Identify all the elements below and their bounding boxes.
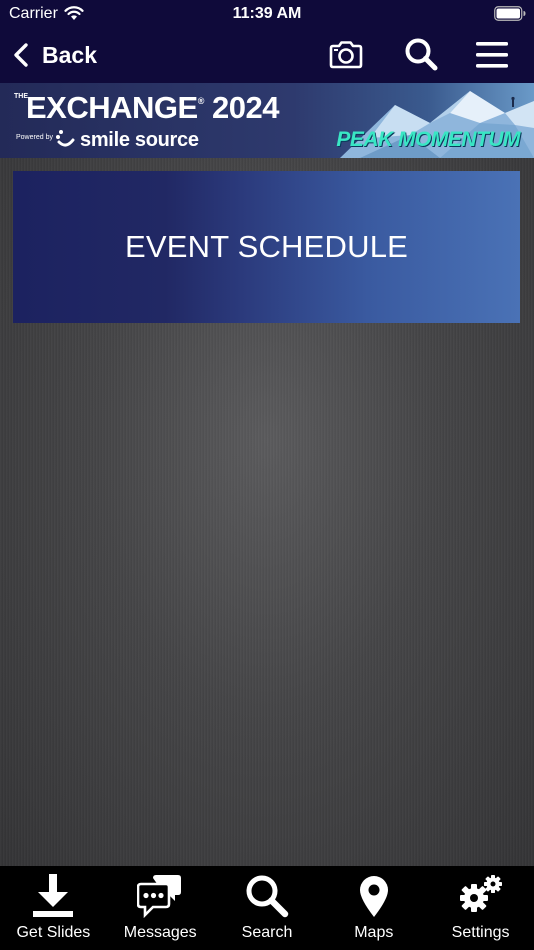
event-banner[interactable]: THE EXCHANGE® 2024 Powered by smile sour… xyxy=(0,83,534,158)
tab-messages[interactable]: Messages xyxy=(107,866,214,950)
camera-icon[interactable] xyxy=(328,40,364,70)
tab-search[interactable]: Search xyxy=(214,866,321,950)
hamburger-menu-icon[interactable] xyxy=(475,41,509,69)
event-schedule-tile[interactable]: EVENT SCHEDULE xyxy=(13,171,520,323)
back-button[interactable]: Back xyxy=(12,37,97,73)
banner-the: THE xyxy=(14,93,28,100)
map-pin-icon xyxy=(359,876,388,917)
battery-icon xyxy=(494,6,526,21)
banner-title: EXCHANGE® 2024 xyxy=(26,90,279,126)
tab-label: Get Slides xyxy=(16,924,91,941)
chat-bubbles-icon xyxy=(137,875,182,918)
back-label: Back xyxy=(42,41,97,68)
banner-tagline: PEAK MOMENTUM xyxy=(336,128,520,151)
banner-brand: smile source xyxy=(80,129,199,151)
event-schedule-label: EVENT SCHEDULE xyxy=(124,229,409,264)
gears-icon xyxy=(459,875,502,912)
tab-settings[interactable]: Settings xyxy=(427,866,534,950)
tab-label: Search xyxy=(241,924,293,941)
banner-year: 2024 xyxy=(211,90,279,125)
tab-label: Messages xyxy=(123,924,197,941)
search-icon[interactable] xyxy=(404,37,438,71)
download-icon xyxy=(33,874,74,917)
banner-powered-by: Powered by xyxy=(16,134,53,141)
banner-title-word: EXCHANGE xyxy=(26,90,198,125)
content-area: EVENT SCHEDULE xyxy=(0,158,534,866)
tab-label: Settings xyxy=(451,924,510,941)
nav-bar: Back xyxy=(0,28,534,83)
status-bar: Carrier 11:39 AM xyxy=(0,0,534,28)
registered-mark: ® xyxy=(197,96,205,106)
tab-maps[interactable]: Maps xyxy=(320,866,427,950)
search-icon xyxy=(246,875,289,918)
smile-source-logo-icon xyxy=(56,130,75,147)
status-time: 11:39 AM xyxy=(232,5,302,22)
tab-label: Maps xyxy=(354,924,394,941)
tab-bar: Get Slides Messages Search Maps Settings xyxy=(0,866,534,950)
chevron-left-icon xyxy=(14,43,28,67)
tab-get-slides[interactable]: Get Slides xyxy=(0,866,107,950)
